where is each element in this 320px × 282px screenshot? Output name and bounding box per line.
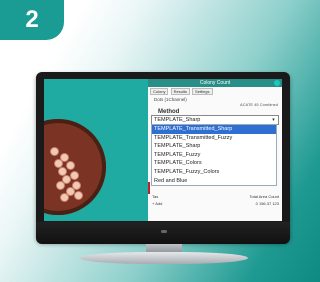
method-option[interactable]: Red and Blue (152, 177, 276, 186)
method-option[interactable]: TEMPLATE_Fuzzy (152, 151, 276, 160)
colony-dot (74, 191, 83, 200)
footer-left-1: Tas (152, 194, 159, 199)
colony-dot (70, 171, 79, 180)
method-selected-value: TEMPLATE_Sharp (154, 117, 201, 123)
method-option[interactable]: TEMPLATE_Fuzzy_Colors (152, 168, 276, 177)
close-icon[interactable] (274, 80, 280, 86)
method-option[interactable]: TEMPLATE_Transmitted_Fuzzy (152, 134, 276, 143)
step-number: 2 (25, 6, 39, 33)
colony-dot (66, 161, 75, 170)
chevron-down-icon[interactable]: ▾ (270, 116, 277, 124)
tab-colony[interactable]: Colony (150, 88, 169, 95)
channel-label: Dots (1Channel) (154, 97, 187, 102)
image-viewer-panel (44, 79, 282, 221)
method-options-list: TEMPLATE_Transmitted_Sharp TEMPLATE_Tran… (151, 124, 277, 187)
result-note: ACATE 45 Combined (240, 102, 278, 107)
step-number-badge: 2 (0, 0, 64, 40)
footer-left-2[interactable]: + Add (152, 201, 162, 206)
footer-columns: Total Area Count (249, 194, 279, 199)
colony-dot (56, 181, 65, 190)
monitor-stand-base (80, 252, 248, 264)
tab-results[interactable]: Results (170, 88, 190, 95)
method-option[interactable]: TEMPLATE_Colors (152, 159, 276, 168)
footer-values: 0 156.37 123 (255, 201, 279, 206)
colony-dot (60, 193, 69, 202)
window-title: Colony Count (199, 80, 231, 86)
panel-tabs: Colony Results Settings (150, 88, 280, 95)
colony-dot (50, 147, 59, 156)
method-option[interactable]: TEMPLATE_Sharp (152, 142, 276, 151)
monitor-logo (161, 230, 167, 233)
settings-panel: Colony Count Colony Results Settings Dot… (148, 79, 282, 221)
monitor-bezel (36, 222, 290, 244)
petri-dish-image (44, 119, 106, 215)
monitor-screen: Colony Count Colony Results Settings Dot… (44, 79, 282, 221)
method-option[interactable]: TEMPLATE_Transmitted_Sharp (152, 125, 276, 134)
selection-marker (148, 182, 150, 194)
panel-titlebar: Colony Count (148, 79, 282, 87)
tab-settings[interactable]: Settings (192, 88, 213, 95)
